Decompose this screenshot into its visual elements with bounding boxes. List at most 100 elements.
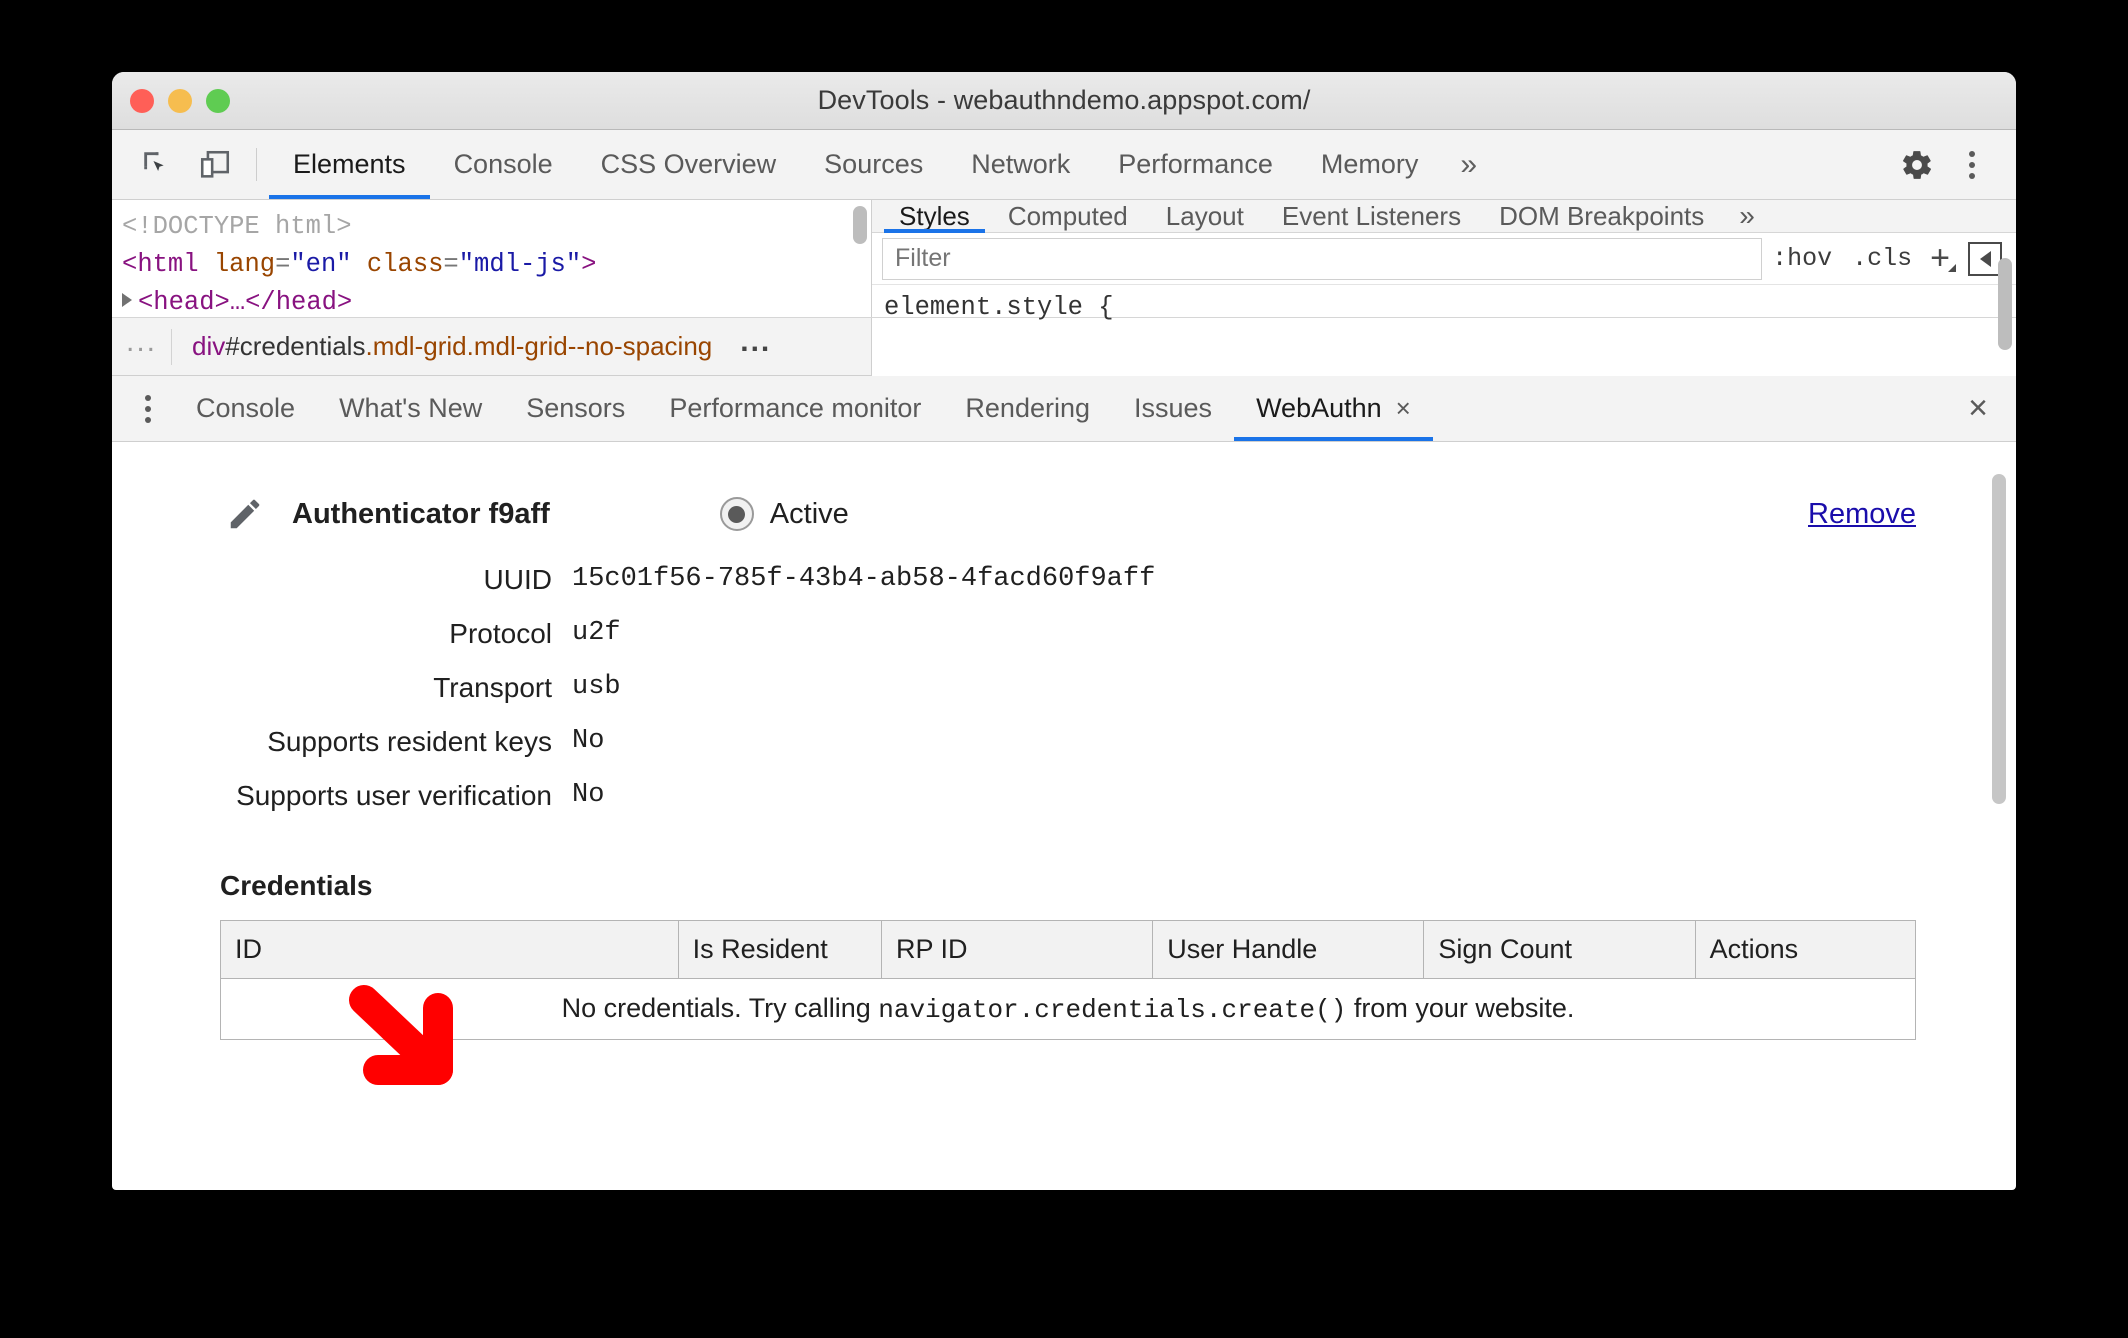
column-header-id[interactable]: ID: [220, 920, 679, 979]
close-webauthn-tab-icon[interactable]: ×: [1396, 393, 1411, 424]
tab-memory[interactable]: Memory: [1297, 130, 1443, 199]
dom-tree-pane[interactable]: <!DOCTYPE html> <html lang="en" class="m…: [112, 200, 872, 317]
drawer-tab-console-label: Console: [196, 393, 296, 423]
property-row-transport: Transport usb: [112, 672, 2016, 704]
active-radio-label: Active: [769, 497, 849, 530]
drawer-tab-sensors[interactable]: Sensors: [504, 376, 647, 441]
authenticator-active-radio[interactable]: Active: [719, 497, 849, 531]
styles-filter-input[interactable]: [882, 237, 1763, 280]
tab-styles[interactable]: Styles: [880, 200, 989, 233]
drawer-tab-webauthn[interactable]: WebAuthn ×: [1234, 376, 1433, 441]
remove-authenticator-link[interactable]: Remove: [1808, 498, 1916, 531]
property-value-resident-keys: No: [572, 726, 605, 756]
property-label-transport: Transport: [433, 672, 552, 703]
minimize-window-button[interactable]: [168, 88, 192, 113]
html-attr-lang: lang: [213, 250, 276, 279]
breadcrumb-overflow-left[interactable]: ...: [112, 325, 171, 369]
property-value-user-verification: No: [572, 780, 605, 810]
styles-filter-row: :hov .cls +: [872, 233, 2016, 285]
property-value-transport: usb: [572, 672, 621, 702]
empty-message-code: navigator.credentials.create(): [878, 995, 1347, 1025]
tab-sources[interactable]: Sources: [800, 130, 947, 199]
active-radio-icon[interactable]: [719, 497, 754, 531]
styles-pane-scrollbar[interactable]: [1998, 258, 2012, 350]
drawer-tab-issues[interactable]: Issues: [1112, 376, 1234, 441]
drawer-tab-performance-monitor-label: Performance monitor: [669, 393, 922, 423]
column-header-user-handle[interactable]: User Handle: [1152, 920, 1425, 979]
property-label-resident-keys: Supports resident keys: [267, 726, 552, 757]
tab-computed[interactable]: Computed: [989, 200, 1147, 232]
drawer-tab-rendering-label: Rendering: [965, 393, 1091, 423]
gear-icon[interactable]: [1888, 148, 1946, 182]
tab-console[interactable]: Console: [430, 130, 577, 199]
drawer-tab-whats-new[interactable]: What's New: [317, 376, 504, 441]
tab-performance[interactable]: Performance: [1094, 130, 1297, 199]
property-label-user-verification: Supports user verification: [236, 780, 552, 811]
drawer-menu-kebab-icon[interactable]: [122, 376, 174, 441]
credentials-section-title: Credentials: [220, 870, 373, 901]
dom-tree-scrollbar[interactable]: [853, 206, 867, 244]
drawer-tab-rendering[interactable]: Rendering: [943, 376, 1112, 441]
device-toolbar-icon[interactable]: [186, 130, 244, 199]
breadcrumb-item-div-credentials[interactable]: div#credentials.mdl-grid.mdl-grid--no-sp…: [172, 331, 732, 362]
drawer-tab-webauthn-label: WebAuthn: [1256, 393, 1382, 423]
authenticator-title: Authenticator f9aff: [292, 497, 550, 530]
drawer-tab-console[interactable]: Console: [174, 376, 317, 441]
breadcrumb-overflow-right[interactable]: ...: [732, 325, 785, 369]
credentials-empty-row: No credentials. Try calling navigator.cr…: [221, 979, 1916, 1040]
dom-line-head[interactable]: <head>…</head>: [122, 284, 871, 317]
authenticator-header: Authenticator f9aff Active Remove: [112, 486, 2016, 542]
breadcrumb-tag: div: [192, 331, 226, 361]
tab-network[interactable]: Network: [947, 130, 1094, 199]
element-style-rule-header: element.style {: [884, 293, 1114, 322]
column-header-is-resident[interactable]: Is Resident: [678, 920, 883, 979]
inspect-element-icon[interactable]: [128, 130, 186, 199]
main-menu-kebab-icon[interactable]: [1946, 150, 1998, 179]
tab-dom-breakpoints-label: DOM Breakpoints: [1499, 200, 1705, 231]
drawer-tab-performance-monitor[interactable]: Performance monitor: [647, 376, 943, 441]
dom-line-html[interactable]: <html lang="en" class="mdl-js">: [122, 246, 871, 284]
more-tabs-chevron-icon[interactable]: »: [1442, 130, 1495, 199]
tab-layout[interactable]: Layout: [1147, 200, 1263, 232]
close-window-button[interactable]: [130, 88, 154, 113]
drawer-tabbar: Console What's New Sensors Performance m…: [112, 376, 2016, 442]
webauthn-panel-scrollbar[interactable]: [1992, 474, 2006, 804]
traffic-lights: [130, 88, 230, 113]
tab-event-listeners-label: Event Listeners: [1281, 200, 1462, 231]
tab-layout-label: Layout: [1165, 200, 1244, 231]
tab-console-label: Console: [453, 149, 553, 179]
close-drawer-icon[interactable]: ×: [1958, 376, 2016, 441]
hov-toggle-button[interactable]: :hov: [1762, 244, 1842, 273]
breadcrumb-id: #credentials: [225, 331, 366, 361]
column-header-sign-count[interactable]: Sign Count: [1423, 920, 1696, 979]
html-close-bracket: >: [581, 250, 597, 279]
cls-toggle-button[interactable]: .cls: [1842, 244, 1922, 273]
html-tag-name: html: [137, 250, 199, 279]
dom-breadcrumb: ... div#credentials.mdl-grid.mdl-grid--n…: [112, 318, 872, 376]
pencil-icon[interactable]: [226, 495, 264, 533]
html-attr-lang-value: "en": [290, 250, 352, 279]
styles-more-tabs-chevron-icon[interactable]: »: [1723, 200, 1771, 232]
new-style-rule-button[interactable]: +: [1922, 239, 1958, 278]
breadcrumb-classes: .mdl-grid.mdl-grid--no-spacing: [365, 331, 713, 361]
tab-network-label: Network: [971, 149, 1071, 179]
drawer-tab-whats-new-label: What's New: [339, 393, 483, 423]
zoom-window-button[interactable]: [206, 88, 230, 113]
html-attr-class: class: [366, 250, 444, 279]
expand-triangle-icon[interactable]: [122, 293, 132, 307]
tab-performance-label: Performance: [1118, 149, 1273, 179]
tab-dom-breakpoints[interactable]: DOM Breakpoints: [1480, 200, 1723, 232]
tab-css-overview[interactable]: CSS Overview: [577, 130, 801, 199]
toggle-sidebar-icon[interactable]: [1968, 241, 2002, 276]
tab-elements-label: Elements: [293, 149, 406, 179]
column-header-rp-id[interactable]: RP ID: [881, 920, 1154, 979]
styles-sidebar-tabs: Styles Computed Layout Event Listeners D…: [872, 200, 2016, 233]
property-value-protocol: u2f: [572, 618, 621, 648]
credentials-table-body: No credentials. Try calling navigator.cr…: [221, 979, 1916, 1040]
column-header-actions[interactable]: Actions: [1695, 920, 1916, 979]
tab-event-listeners[interactable]: Event Listeners: [1263, 200, 1480, 232]
tab-elements[interactable]: Elements: [269, 130, 430, 199]
window-titlebar: DevTools - webauthndemo.appspot.com/: [112, 72, 2016, 130]
dom-line-doctype: <!DOCTYPE html>: [122, 208, 871, 246]
